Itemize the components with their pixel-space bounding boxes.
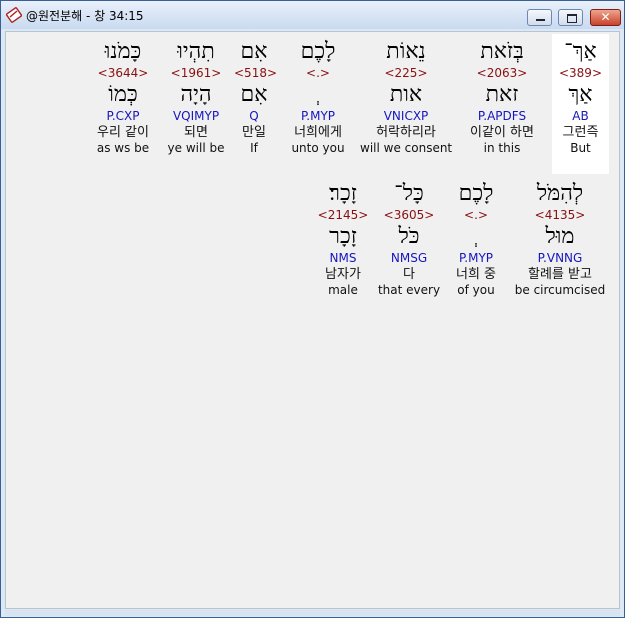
strong-number: <389> <box>558 66 602 80</box>
parsing-code: Q <box>249 109 259 123</box>
hebrew-word: אִם <box>240 39 268 64</box>
parsing-code: P.VNNG <box>537 251 583 265</box>
hebrew-word: נֵאוֹת <box>386 39 426 64</box>
hebrew-word: לְהִמֹּל <box>536 181 584 206</box>
minimize-button[interactable] <box>527 9 552 26</box>
korean-gloss: 너희에게 <box>294 125 342 140</box>
close-icon: ✕ <box>600 10 611 24</box>
parsing-code: VNICXP <box>383 109 429 123</box>
hebrew-root: זאת <box>485 82 519 107</box>
hebrew-root: כֹּל <box>398 224 420 249</box>
korean-gloss: 너희 중 <box>455 267 496 282</box>
strong-number: <.> <box>306 66 330 80</box>
analysis-pane[interactable]: כָּמֹנוּ <3644> כְּמוֹ P.CXP 우리 같이 as ws… <box>5 31 620 609</box>
english-gloss: But <box>570 141 591 155</box>
hebrew-word: בְּזֹאת <box>480 39 524 64</box>
strong-number: <3644> <box>97 66 149 80</box>
korean-gloss: 그런즉 <box>562 125 599 140</box>
hebrew-word: תִהְיוּ <box>177 39 215 64</box>
parsing-code: NMSG <box>390 251 428 265</box>
word-block[interactable]: תִהְיוּ <1961> הָיָה VQIMYP 되면 ye will b… <box>164 38 228 156</box>
strong-number: <4135> <box>534 208 586 222</box>
word-block[interactable]: כָּמֹנוּ <3644> כְּמוֹ P.CXP 우리 같이 as ws… <box>91 38 155 156</box>
english-gloss: of you <box>457 283 495 297</box>
strong-number: <1961> <box>170 66 222 80</box>
strong-number: <.> <box>464 208 488 222</box>
korean-gloss: 남자가 <box>325 267 361 282</box>
window-title: @원전분해 - 창 34:15 <box>26 9 144 23</box>
hebrew-word: כָּל־ <box>394 181 424 206</box>
word-block[interactable]: אִם <518> אִם Q 만일 If <box>234 38 278 156</box>
korean-gloss: 되면 <box>184 125 208 140</box>
english-gloss: be circumcised <box>514 283 606 297</box>
hebrew-root: ְ <box>282 81 354 108</box>
parsing-code: P.MYP <box>458 251 494 265</box>
title-bar[interactable]: @원전분해 - 창 34:15 ✕ <box>1 1 624 29</box>
strong-number: <518> <box>234 66 278 80</box>
korean-gloss: 만일 <box>242 125 266 140</box>
status-bar <box>5 610 620 616</box>
app-icon[interactable] <box>6 7 22 23</box>
maximize-icon <box>567 14 577 23</box>
parsing-code: P.CXP <box>106 109 140 123</box>
korean-gloss: 허락하리라 <box>376 125 436 140</box>
english-gloss: in this <box>483 141 521 155</box>
hebrew-word: כָּמֹנוּ <box>104 39 142 64</box>
parsing-code: AB <box>572 109 589 123</box>
english-gloss: male <box>328 283 358 297</box>
hebrew-root: הָיָה <box>180 82 212 107</box>
strong-number: <3605> <box>383 208 435 222</box>
hebrew-root: כְּמוֹ <box>108 82 138 107</box>
parsing-code: P.APDFS <box>477 109 527 123</box>
hebrew-word: זָכָר׃ <box>329 181 357 206</box>
korean-gloss: 우리 같이 <box>97 125 149 140</box>
app-window: @원전분해 - 창 34:15 ✕ כָּמֹנוּ <3644> כְּמוֹ… <box>0 0 625 618</box>
hebrew-root: אַךְ <box>568 82 593 107</box>
hebrew-word: אַךְ־ <box>564 39 597 64</box>
english-gloss: unto you <box>291 141 345 155</box>
word-block[interactable]: לָכֶם <.> ְ P.MYP 너희 중 of you <box>446 180 506 298</box>
strong-number: <2145> <box>317 208 369 222</box>
parsing-code: NMS <box>329 251 357 265</box>
hebrew-root: ְ <box>446 223 506 250</box>
word-block[interactable]: כָּל־ <3605> כֹּל NMSG 다 that every <box>376 180 442 298</box>
english-gloss: as ws be <box>96 141 150 155</box>
word-block[interactable]: נֵאוֹת <225> אות VNICXP 허락하리라 will we co… <box>360 38 452 156</box>
hebrew-word: לָכֶם <box>458 181 494 206</box>
hebrew-word: לָכֶם <box>300 39 336 64</box>
word-block[interactable]: בְּזֹאת <2063> זאת P.APDFS 이같이 하면 in thi… <box>458 38 546 156</box>
korean-gloss: 할례를 받고 <box>528 267 592 282</box>
korean-gloss: 이같이 하면 <box>470 125 534 140</box>
minimize-icon <box>536 19 545 21</box>
english-gloss: that every <box>377 283 441 297</box>
word-block[interactable]: לְהִמֹּל <4135> מוּל P.VNNG 할례를 받고 be ci… <box>510 180 610 298</box>
close-button[interactable]: ✕ <box>590 9 621 26</box>
word-block[interactable]: לָכֶם <.> ְ P.MYP 너희에게 unto you <box>282 38 354 156</box>
hebrew-root: אִם <box>240 82 268 107</box>
hebrew-root: זָכָר <box>329 224 357 249</box>
strong-number: <225> <box>384 66 428 80</box>
parsing-code: P.MYP <box>300 109 336 123</box>
english-gloss: If <box>250 141 258 155</box>
word-block[interactable]: זָכָר׃ <2145> זָכָר NMS 남자가 male <box>316 180 370 298</box>
word-block-selected[interactable]: אַךְ־ <389> אַךְ AB 그런즉 But <box>552 34 609 174</box>
strong-number: <2063> <box>476 66 528 80</box>
hebrew-root: אות <box>389 82 423 107</box>
hebrew-root: מוּל <box>545 224 575 249</box>
korean-gloss: 다 <box>403 267 415 282</box>
maximize-button[interactable] <box>558 9 583 26</box>
parsing-code: VQIMYP <box>172 109 220 123</box>
english-gloss: ye will be <box>167 141 225 155</box>
english-gloss: will we consent <box>360 141 453 155</box>
